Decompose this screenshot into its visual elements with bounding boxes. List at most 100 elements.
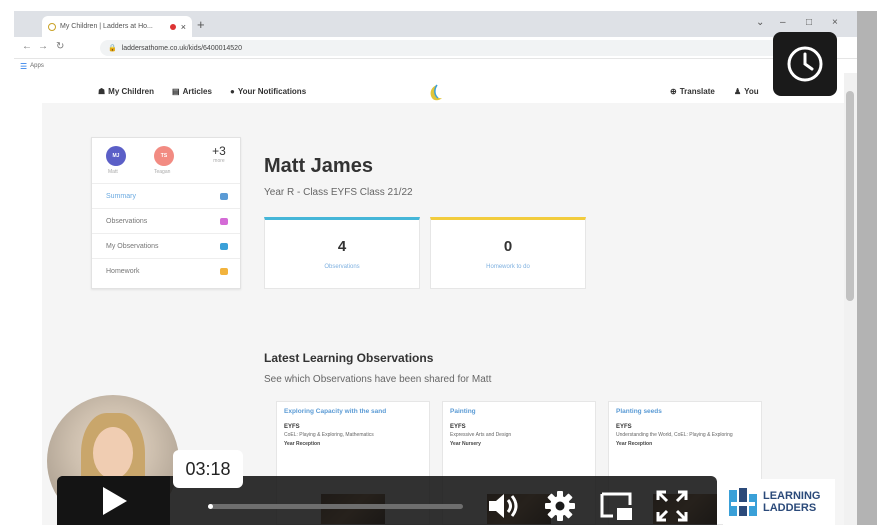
observation-title[interactable]: Painting [450,408,588,415]
bookmarks-bar: ☰ Apps [14,59,857,73]
avatar-initials: MJ [112,153,120,159]
nav-you-label: You [744,87,759,96]
observation-subjects: Expressive Arts and Design [450,432,512,438]
tab-strip: My Children | Ladders at Ho... × + ⌄ – □… [14,11,857,37]
nav-notifications-label: Your Notifications [237,87,307,96]
menu-summary-label: Summary [106,192,136,200]
settings-button[interactable] [542,488,578,524]
clock-icon [787,46,823,82]
reload-icon[interactable]: ↻ [56,41,64,52]
volume-button[interactable] [486,488,522,524]
fullscreen-button[interactable] [654,488,690,524]
forward-icon[interactable]: → [38,41,48,52]
children-icon: ☗ [98,87,106,96]
close-tab-icon[interactable]: × [181,22,186,32]
homework-count: 0 [503,238,513,255]
volume-icon [489,494,518,518]
articles-icon: ▤ [172,87,180,96]
menu-my-observations-label: My Observations [106,242,159,250]
nav-translate-label: Translate [679,87,715,96]
address-bar-row: ← → ↻ 🔒 laddersathome.co.uk/kids/6400014… [14,37,857,59]
menu-observations[interactable]: Observations [92,209,240,234]
apps-grid-icon[interactable]: ☰ [20,62,27,71]
observations-stat-label: Observations [324,264,360,270]
observation-year: Year Reception [284,441,321,447]
avatar[interactable]: TS [154,146,174,166]
close-window-icon[interactable]: × [832,17,838,28]
timestamp-tooltip: 03:18 [173,450,243,488]
site-header: ☗ My Children ▤ Articles ● Your Notifica… [14,81,844,103]
learning-ladders-logo-icon[interactable] [428,84,444,102]
page-scrollbar[interactable] [844,73,857,525]
observation-title[interactable]: Planting seeds [616,408,754,415]
minimize-icon[interactable]: – [780,17,786,28]
menu-homework-label: Homework [106,268,140,275]
avatar-initials: TS [160,153,168,159]
avatar-name: Matt [108,169,118,175]
gear-icon [545,491,575,521]
latest-observations-title: Latest Learning Observations [264,351,434,365]
more-label: more [213,158,225,164]
maximize-icon[interactable]: □ [806,17,812,28]
observation-heading: EYFS [284,424,300,430]
scrollbar-thumb[interactable] [846,91,854,301]
tab-search-icon[interactable]: ⌄ [756,17,764,28]
observations-stat-card[interactable]: 4 Observations [264,217,420,289]
class-info: Year R - Class EYFS Class 21/22 [264,187,413,198]
ladders-mark-icon [727,486,759,518]
brand-line-2: LADDERS [763,502,817,514]
fullscreen-icon [656,490,688,522]
nav-translate[interactable]: ⊕ Translate [670,87,715,96]
avatar[interactable]: MJ [106,146,126,166]
page-title: Matt James [264,155,373,177]
nav-notifications[interactable]: ● Your Notifications [230,87,306,96]
brand-text: LEARNING LADDERS [763,490,820,514]
menu-observations-label: Observations [106,217,148,225]
more-count: +3 [212,144,226,158]
watch-later-button[interactable] [773,32,837,96]
menu-homework[interactable]: Homework [92,259,240,284]
homework-stat-card[interactable]: 0 Homework to do [430,217,586,289]
nav-articles[interactable]: ▤ Articles [172,87,212,96]
latest-observations-subtitle: See which Observations have been shared … [264,374,492,385]
url-text: laddersathome.co.uk/kids/6400014520 [121,44,242,52]
observation-subjects: CoEL: Playing & Exploring, Mathematics [284,432,374,438]
menu-summary[interactable]: Summary [92,184,240,209]
summary-icon [220,192,228,200]
nav-my-children[interactable]: ☗ My Children [98,87,154,96]
observations-icon [220,217,228,225]
avatar-name: Teagan [154,169,171,175]
globe-icon: ⊕ [670,87,677,96]
new-tab-button[interactable]: + [197,17,205,32]
apps-bookmark[interactable]: Apps [30,63,44,69]
observation-subjects: Understanding the World, CoEL: Playing &… [616,432,733,438]
observation-year: Year Reception [616,441,653,447]
observation-year: Year Nursery [450,441,481,447]
picture-in-picture-button[interactable] [598,488,634,524]
back-icon[interactable]: ← [22,41,32,52]
pip-icon [600,492,632,520]
url-bar[interactable]: 🔒 laddersathome.co.uk/kids/6400014520 [100,40,790,56]
child-selector-card: MJ Matt TS Teagan +3 more Summary Observ… [91,137,241,289]
my-observations-icon [220,242,228,250]
top-margin [0,0,877,11]
menu-my-observations[interactable]: My Observations [92,234,240,259]
browser-tab[interactable]: My Children | Ladders at Ho... × [42,16,192,37]
notifications-icon: ● [230,87,235,96]
observation-heading: EYFS [450,424,466,430]
recording-dot-icon [169,23,176,30]
homework-stat-label: Homework to do [486,264,530,270]
play-icon [102,486,127,515]
video-progress-bar[interactable] [208,504,463,509]
observation-title[interactable]: Exploring Capacity with the sand [284,408,422,415]
nav-you[interactable]: ♟ You [734,87,759,96]
more-children-button[interactable]: +3 more [204,144,234,164]
learning-ladders-brand: LEARNING LADDERS [723,479,835,525]
nav-my-children-label: My Children [108,87,154,96]
site-favicon-icon [48,22,56,31]
user-icon: ♟ [734,87,742,96]
play-button[interactable] [57,476,170,525]
left-margin [0,0,14,525]
child-avatars: MJ Matt TS Teagan +3 more [92,138,240,184]
homework-icon [220,268,228,275]
